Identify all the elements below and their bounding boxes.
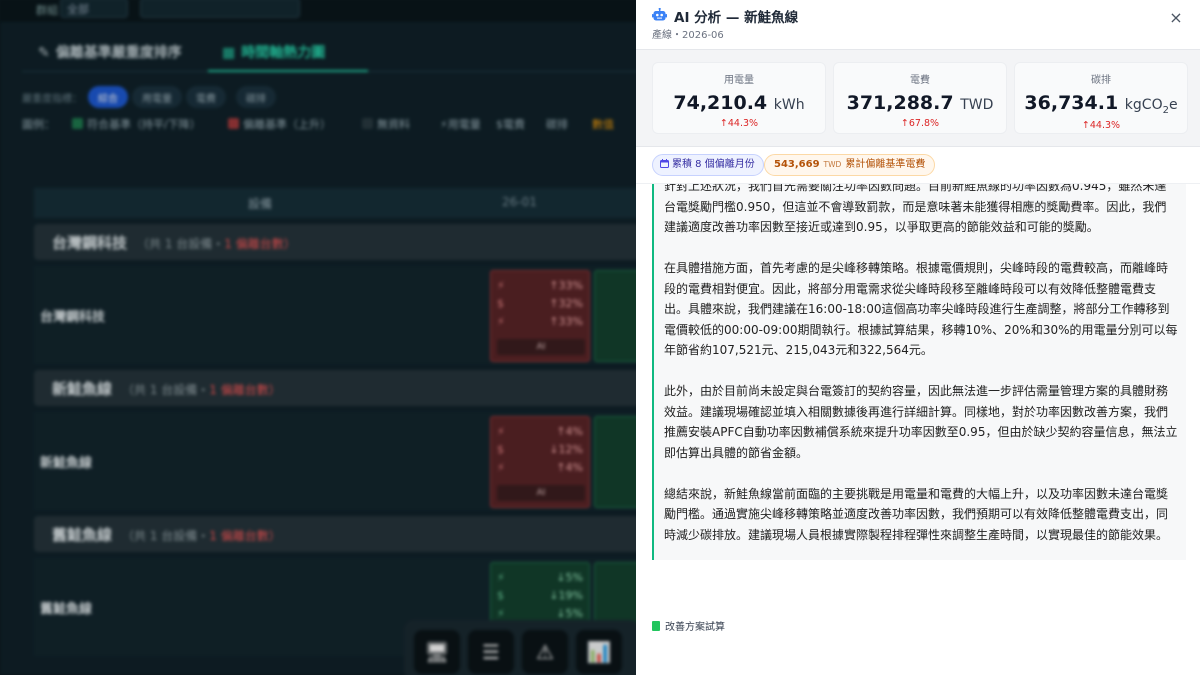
- stat-label: 電費: [910, 75, 930, 86]
- analysis-text: 針對上述狀況，我們首先需要關注功率因數問題。目前新鮭魚線的功率因數為0.945，…: [652, 184, 1186, 560]
- ai-analysis-drawer: AI 分析 — 新鮭魚線 產線・2026-06 × 用電量 74,210.4 k…: [636, 0, 1200, 675]
- deviation-cost-badge: 543,669 TWD 累計偏離基準電費: [764, 154, 936, 176]
- drawer-title: AI 分析 — 新鮭魚線: [674, 10, 799, 26]
- robot-icon: [652, 7, 667, 26]
- stat-card-usage: 用電量 74,210.4 kWh ↑44.3%: [652, 62, 826, 134]
- stat-label: 用電量: [724, 75, 754, 86]
- badge-row: 累積 8 個偏離月份 543,669 TWD 累計偏離基準電費: [636, 148, 1200, 184]
- analysis-paragraph: 此外，由於目前尚未設定與台電簽訂的契約容量，因此無法進一步評估需量管理方案的具體…: [664, 384, 1178, 460]
- stat-value: 371,288.7 TWD: [846, 92, 994, 114]
- stat-label: 碳排: [1091, 75, 1111, 86]
- stats-row: 用電量 74,210.4 kWh ↑44.3% 電費 371,288.7 TWD…: [636, 49, 1200, 147]
- improvement-calc-label: 改善方案試算: [665, 622, 725, 633]
- analysis-paragraph: 在具體措施方面，首先考慮的是尖峰移轉策略。根據電價規則，尖峰時段的電費較高，而離…: [664, 261, 1178, 357]
- improvement-calc-link[interactable]: 改善方案試算: [652, 618, 725, 633]
- stat-delta: ↑44.3%: [719, 118, 759, 129]
- stat-value: 36,734.1 kgCO2e: [1024, 92, 1178, 116]
- drawer-subtitle: 產線・2026-06: [652, 30, 724, 41]
- analysis-paragraph: 針對上述狀況，我們首先需要關注功率因數問題。目前新鮭魚線的功率因數為0.945，…: [664, 184, 1167, 234]
- drawer-overlay[interactable]: [0, 0, 636, 675]
- drawer-header: AI 分析 — 新鮭魚線 產線・2026-06 ×: [636, 0, 1200, 48]
- analysis-paragraph: 總結來說，新鮭魚線當前面臨的主要挑戰是用電量和電費的大幅上升，以及功率因數未達台…: [664, 486, 1169, 542]
- stat-card-carbon: 碳排 36,734.1 kgCO2e ↑44.3%: [1014, 62, 1188, 134]
- deviation-months-badge: 累積 8 個偏離月份: [652, 154, 764, 176]
- stat-delta: ↑67.8%: [900, 118, 940, 129]
- calendar-icon: [660, 159, 669, 168]
- stat-delta: ↑44.3%: [1081, 119, 1121, 131]
- stat-card-cost: 電費 371,288.7 TWD ↑67.8%: [833, 62, 1007, 134]
- calculator-icon: [652, 621, 660, 631]
- close-icon[interactable]: ×: [1168, 10, 1184, 26]
- stat-value: 74,210.4 kWh: [673, 92, 805, 114]
